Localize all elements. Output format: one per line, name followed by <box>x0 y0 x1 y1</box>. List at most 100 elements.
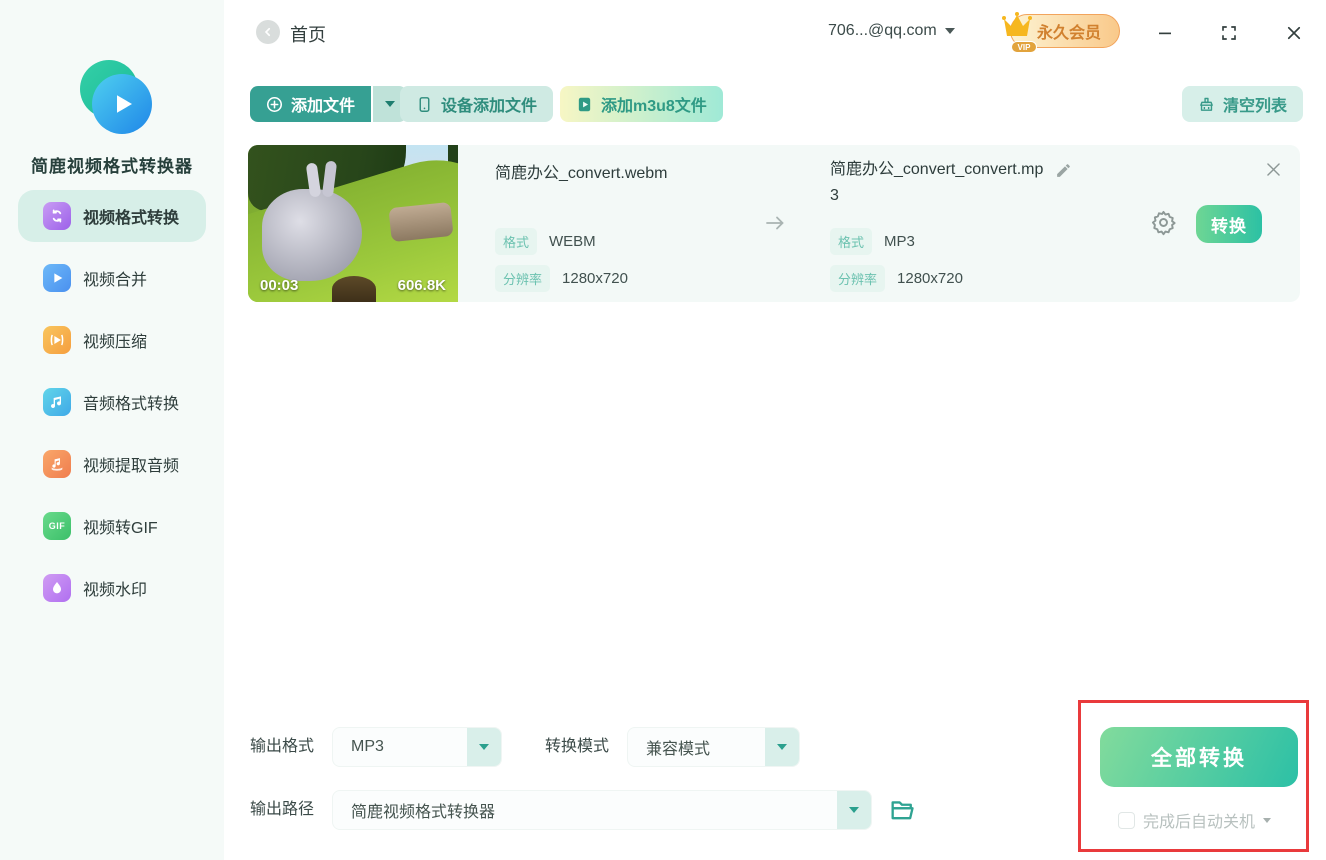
output-format-value: MP3 <box>351 738 384 755</box>
convert-mode-value: 兼容模式 <box>646 741 711 758</box>
source-format-line: 格式 WEBM <box>495 228 596 255</box>
minimize-icon <box>1159 32 1171 35</box>
back-arrow-icon <box>264 27 271 37</box>
file-row: 00:03 606.8K 简鹿办公_convert.webm 格式 WEBM 分… <box>248 145 1300 302</box>
output-path-value: 简鹿视频格式转换器 <box>351 804 496 821</box>
dropdown-arrow <box>467 728 501 766</box>
target-format-value: MP3 <box>884 233 915 250</box>
sidebar-item-video-compress[interactable]: 视频压缩 <box>18 314 206 366</box>
clear-list-button[interactable]: 清空列表 <box>1182 86 1304 122</box>
chevron-down-icon <box>944 28 955 34</box>
phone-icon <box>419 96 430 112</box>
close-button[interactable] <box>1283 22 1305 44</box>
auto-shutdown-label: 完成后自动关机 <box>1143 814 1256 831</box>
output-path-select[interactable]: 简鹿视频格式转换器 <box>332 790 872 830</box>
edit-name-button[interactable] <box>1055 162 1072 184</box>
source-file-name: 简鹿办公_convert.webm <box>495 165 668 182</box>
target-resolution-value: 1280x720 <box>897 270 963 287</box>
app-title: 简鹿视频格式转换器 <box>31 157 193 176</box>
close-icon <box>1287 26 1301 40</box>
chevron-down-icon <box>777 744 787 750</box>
audio-convert-icon <box>43 388 71 416</box>
chevron-down-icon <box>479 744 489 750</box>
convert-all-button[interactable]: 全部转换 <box>1100 727 1298 787</box>
convert-mode-select[interactable]: 兼容模式 <box>627 727 800 767</box>
dropdown-arrow <box>837 791 871 829</box>
maximize-button[interactable] <box>1218 22 1240 44</box>
source-resolution-value: 1280x720 <box>562 270 628 287</box>
convert-all-label: 全部转换 <box>1151 747 1247 770</box>
resolution-tag: 分辨率 <box>495 265 551 292</box>
dropdown-arrow <box>765 728 799 766</box>
back-button[interactable] <box>256 20 280 44</box>
convert-button-label: 转换 <box>1211 216 1247 236</box>
sidebar-item-video-watermark[interactable]: 视频水印 <box>18 562 206 614</box>
video-merge-icon <box>43 264 71 292</box>
video-compress-icon <box>43 326 71 354</box>
source-format-value: WEBM <box>549 233 596 250</box>
page-title: 首页 <box>290 25 326 45</box>
sidebar: 简鹿视频格式转换器 视频格式转换 视频合并 视频压缩 音频格式转换 视频提取音频… <box>0 0 224 860</box>
device-add-file-button[interactable]: 设备添加文件 <box>400 86 554 122</box>
item-settings-button[interactable] <box>1150 209 1177 241</box>
target-format-line: 格式 MP3 <box>830 228 915 255</box>
format-tag: 格式 <box>830 228 873 255</box>
sidebar-item-label: 视频提取音频 <box>83 458 180 475</box>
account-menu[interactable]: 706...@qq.com <box>828 22 978 40</box>
video-duration: 00:03 <box>260 277 299 294</box>
format-tag: 格式 <box>495 228 538 255</box>
chevron-down-icon <box>385 101 396 107</box>
output-format-select[interactable]: MP3 <box>332 727 502 767</box>
pencil-icon <box>1057 164 1070 177</box>
target-resolution-line: 分辨率 1280x720 <box>830 265 963 292</box>
clear-list-label: 清空列表 <box>1223 98 1288 115</box>
auto-shutdown-control[interactable]: 完成后自动关机 <box>1118 808 1272 832</box>
maximize-icon <box>1222 26 1236 40</box>
convert-direction-arrow-icon <box>763 211 787 240</box>
sidebar-item-label: 视频水印 <box>83 582 148 599</box>
minimize-button[interactable] <box>1154 22 1176 44</box>
sidebar-item-label: 视频合并 <box>83 272 148 289</box>
source-resolution-line: 分辨率 1280x720 <box>495 265 628 292</box>
vip-label: 永久会员 <box>1037 25 1102 42</box>
open-folder-button[interactable] <box>888 796 916 829</box>
resolution-tag: 分辨率 <box>830 265 886 292</box>
folder-icon <box>891 801 914 820</box>
output-path-label: 输出路径 <box>250 801 315 818</box>
add-file-label: 添加文件 <box>291 98 356 115</box>
add-file-button[interactable]: 添加文件 <box>250 86 372 122</box>
video-size: 606.8K <box>397 277 446 294</box>
app-logo-block: 简鹿视频格式转换器 <box>0 58 224 177</box>
device-add-file-label: 设备添加文件 <box>441 98 538 115</box>
auto-shutdown-checkbox[interactable] <box>1118 811 1135 829</box>
add-file-button-group: 添加文件 <box>250 86 408 122</box>
vip-badge[interactable]: VIP 永久会员 <box>1002 12 1121 53</box>
sidebar-item-video-to-gif[interactable]: GIF 视频转GIF <box>18 500 206 552</box>
account-email: 706...@qq.com <box>828 22 937 39</box>
output-format-label: 输出格式 <box>250 738 315 755</box>
convert-button[interactable]: 转换 <box>1196 205 1262 243</box>
target-file-name: 简鹿办公_convert_convert.mp3 <box>830 161 1044 204</box>
sidebar-item-video-format-convert[interactable]: 视频格式转换 <box>18 190 206 242</box>
convert-mode-label: 转换模式 <box>545 738 610 755</box>
close-icon <box>1267 163 1280 176</box>
plus-circle-icon <box>266 96 283 112</box>
sidebar-item-audio-format-convert[interactable]: 音频格式转换 <box>18 376 206 428</box>
m3u8-file-icon <box>578 97 591 111</box>
app-logo-icon <box>72 58 152 138</box>
chevron-down-icon <box>849 807 859 813</box>
gear-icon <box>1151 210 1176 236</box>
broom-icon <box>1200 97 1213 111</box>
remove-file-button[interactable] <box>1264 160 1283 184</box>
add-m3u8-button[interactable]: 添加m3u8文件 <box>560 86 723 122</box>
sidebar-item-extract-audio[interactable]: 视频提取音频 <box>18 438 206 490</box>
chevron-down-icon[interactable] <box>1263 817 1272 823</box>
add-m3u8-label: 添加m3u8文件 <box>601 98 707 115</box>
video-thumbnail: 00:03 606.8K <box>248 145 458 302</box>
watermark-drop-icon <box>43 574 71 602</box>
sidebar-item-label: 音频格式转换 <box>83 396 180 413</box>
sidebar-item-video-merge[interactable]: 视频合并 <box>18 252 206 304</box>
sidebar-item-label: 视频转GIF <box>83 520 158 537</box>
sidebar-item-label: 视频格式转换 <box>83 210 180 227</box>
gif-icon: GIF <box>43 512 71 540</box>
